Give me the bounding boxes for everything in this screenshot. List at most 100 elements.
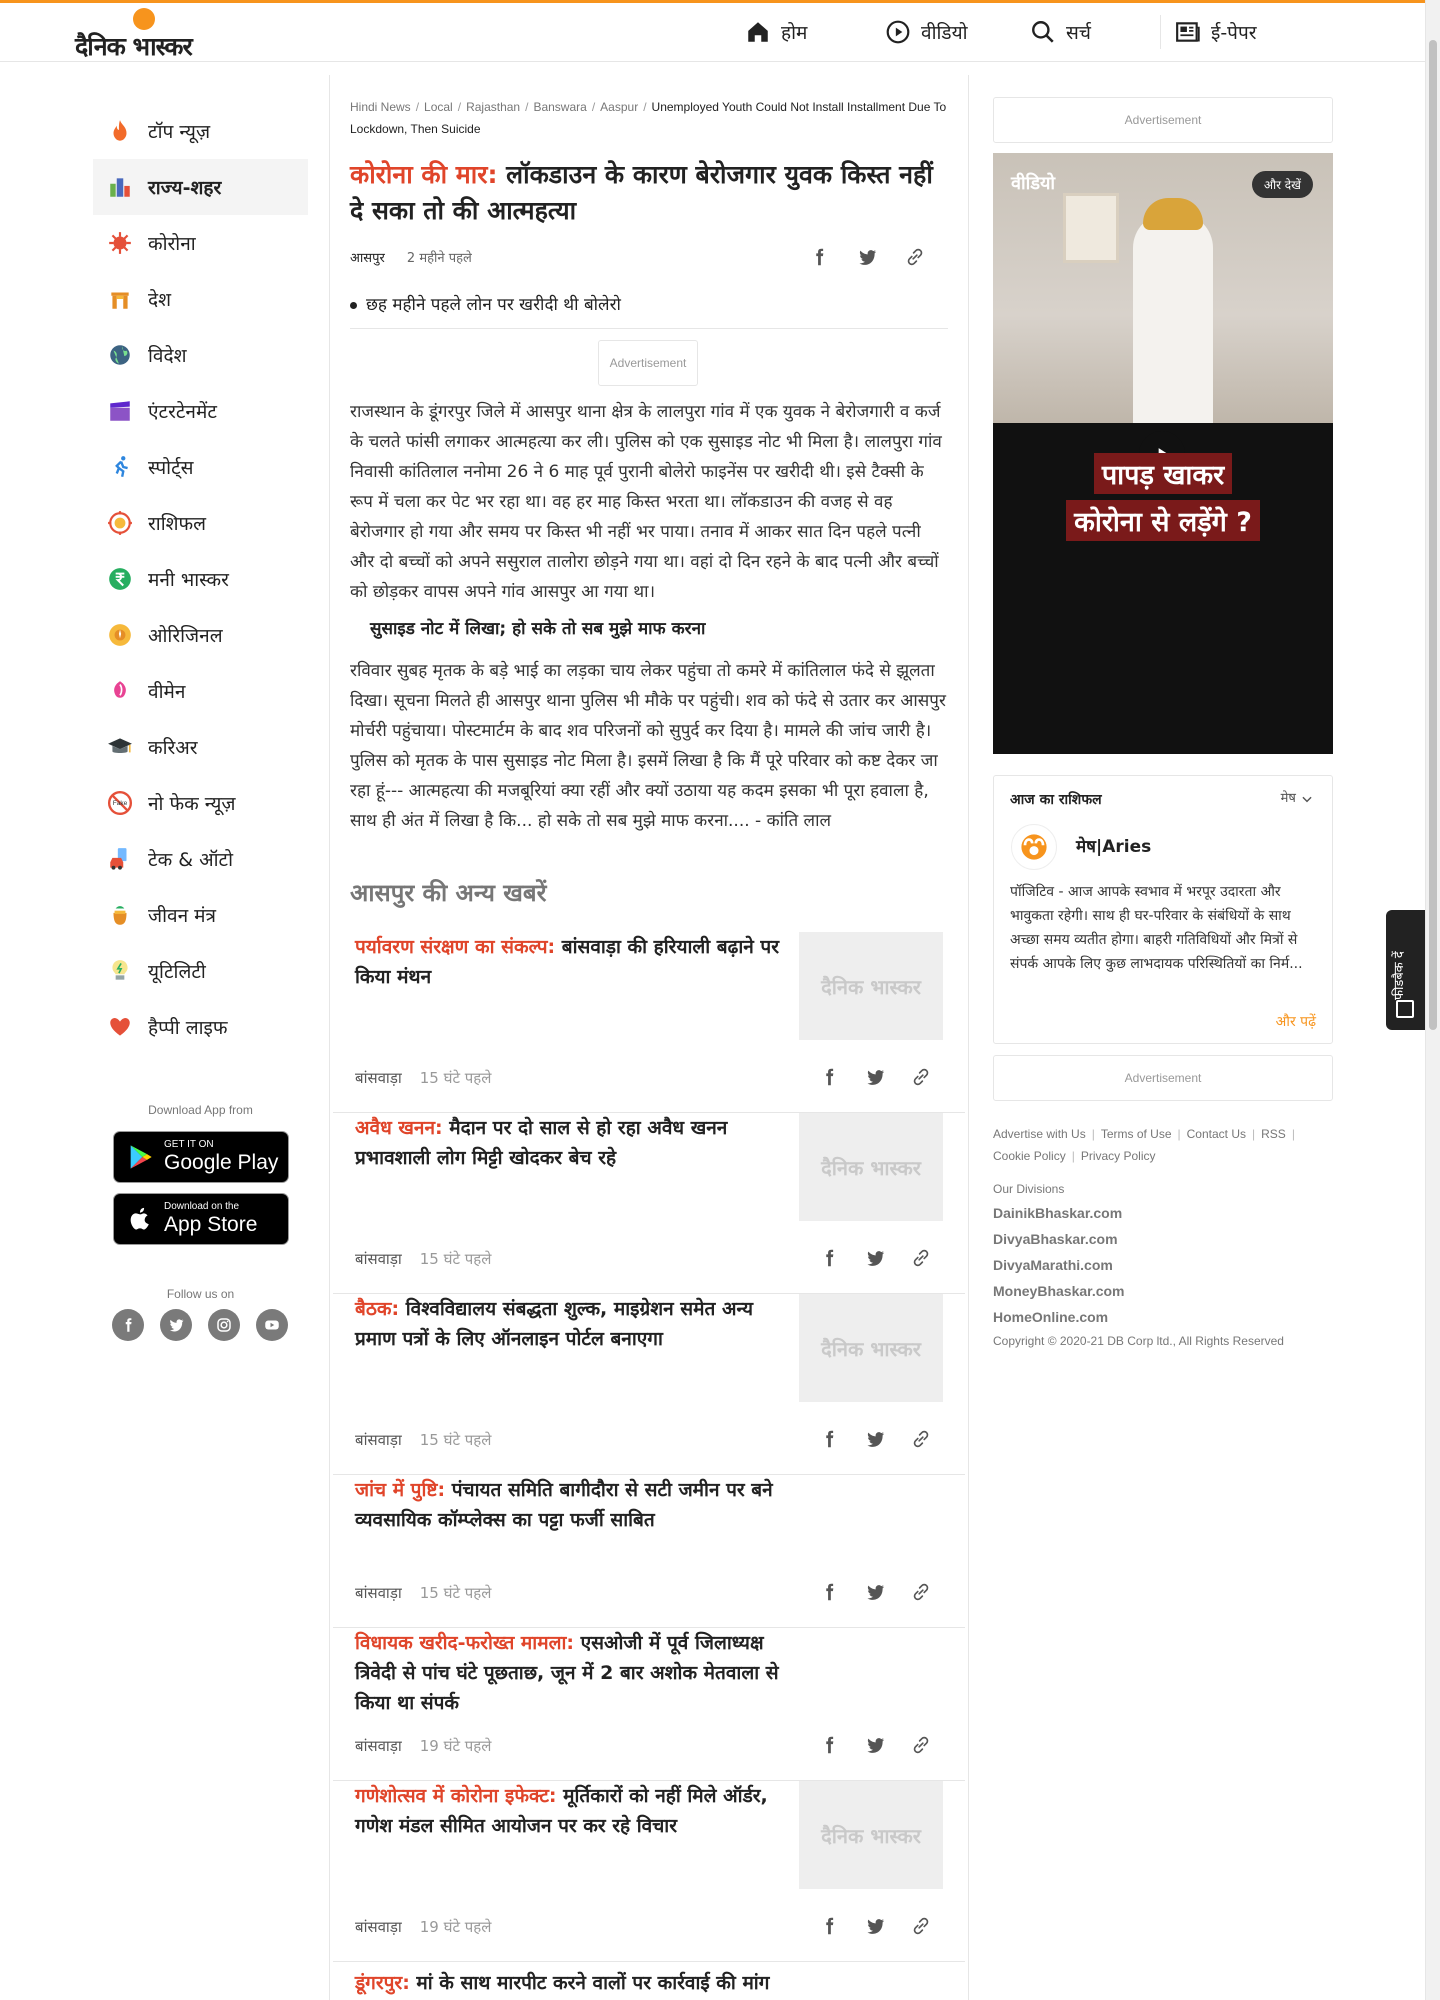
footer-link[interactable]: Advertise with Us <box>993 1127 1086 1141</box>
link-share-icon[interactable] <box>910 1734 932 1756</box>
youtube-link[interactable] <box>256 1309 288 1341</box>
related-story[interactable]: डूंगरपुर: मां के साथ मारपीट करने वालों प… <box>333 1968 965 2000</box>
story-place[interactable]: बांसवाड़ा <box>355 1584 402 1602</box>
video-card[interactable]: वीडियो और देखें पापड़ खाकर कोरोना से लड़… <box>993 153 1333 754</box>
article-location[interactable]: आसपुर <box>350 251 385 266</box>
story-title[interactable]: पर्यावरण संरक्षण का संकल्प: बांसवाड़ा की… <box>355 932 780 992</box>
rashifal-select[interactable]: मेष <box>1281 788 1314 806</box>
sidebar-item[interactable]: हैप्पी लाइफ <box>93 999 308 1055</box>
footer-link[interactable]: Contact Us <box>1187 1127 1246 1141</box>
footer-link[interactable]: Terms of Use <box>1101 1127 1172 1141</box>
breadcrumb-link[interactable]: Hindi News <box>350 100 411 114</box>
rashifal-read-more-link[interactable]: और पढ़ें <box>1276 1012 1316 1031</box>
breadcrumb-link[interactable]: Banswara <box>533 100 586 114</box>
sidebar-item[interactable]: टॉप न्यूज़ <box>93 103 308 159</box>
link-share-icon[interactable] <box>904 246 926 268</box>
advertisement-slot-right-2[interactable]: Advertisement <box>993 1055 1333 1101</box>
story-place[interactable]: बांसवाड़ा <box>355 1250 402 1268</box>
sidebar-item[interactable]: राशिफल <box>93 495 308 551</box>
facebook-share-icon[interactable] <box>818 1915 840 1937</box>
scrollbar-thumb[interactable] <box>1429 40 1437 1030</box>
advertisement-slot[interactable]: Advertisement <box>598 340 698 386</box>
breadcrumb-link[interactable]: Rajasthan <box>466 100 520 114</box>
link-share-icon[interactable] <box>910 1581 932 1603</box>
story-title[interactable]: विधायक खरीद-फरोख्त मामला: एसओजी में पूर्… <box>355 1628 780 1718</box>
facebook-share-icon[interactable] <box>818 1734 840 1756</box>
google-play-button[interactable]: GET IT ON Google Play <box>113 1131 289 1183</box>
sidebar-item[interactable]: ओरिजिनल <box>93 607 308 663</box>
link-share-icon[interactable] <box>910 1915 932 1937</box>
instagram-link[interactable] <box>208 1309 240 1341</box>
nav-home[interactable]: होम <box>745 3 807 61</box>
sidebar-item[interactable]: कोरोना <box>93 215 308 271</box>
twitter-share-icon[interactable] <box>864 1915 886 1937</box>
sidebar-item[interactable]: स्पोर्ट्स <box>93 439 308 495</box>
footer-link[interactable]: Privacy Policy <box>1081 1149 1156 1163</box>
feedback-tab[interactable]: फीडबैक दें <box>1386 910 1425 1030</box>
story-title[interactable]: गणेशोत्सव में कोरोना इफेक्ट: मूर्तिकारों… <box>355 1781 780 1841</box>
twitter-share-icon[interactable] <box>864 1247 886 1269</box>
nav-epaper[interactable]: ई-पेपर <box>1175 3 1257 61</box>
sidebar-item[interactable]: देश <box>93 271 308 327</box>
division-link[interactable]: DivyaMarathi.com <box>993 1252 1125 1278</box>
twitter-share-icon[interactable] <box>864 1066 886 1088</box>
story-place[interactable]: बांसवाड़ा <box>355 1431 402 1449</box>
story-thumbnail[interactable]: दैनिक भास्कर <box>799 932 943 1040</box>
story-title[interactable]: बैठक: विश्वविद्यालय संबद्धता शुल्क, माइग… <box>355 1294 780 1354</box>
video-more-button[interactable]: और देखें <box>1251 171 1313 198</box>
story-thumbnail[interactable]: दैनिक भास्कर <box>799 1113 943 1221</box>
division-link[interactable]: DivyaBhaskar.com <box>993 1226 1125 1252</box>
story-title[interactable]: डूंगरपुर: मां के साथ मारपीट करने वालों प… <box>355 1968 780 1998</box>
footer-link[interactable]: Cookie Policy <box>993 1149 1066 1163</box>
scrollbar[interactable] <box>1425 0 1440 2000</box>
facebook-share-icon[interactable] <box>818 1428 840 1450</box>
sidebar-item[interactable]: करिअर <box>93 719 308 775</box>
sidebar-item[interactable]: यूटिलिटी <box>93 943 308 999</box>
related-story[interactable]: गणेशोत्सव में कोरोना इफेक्ट: मूर्तिकारों… <box>333 1781 965 1962</box>
story-thumbnail[interactable]: दैनिक भास्कर <box>799 1781 943 1889</box>
nav-video[interactable]: वीडियो <box>885 3 968 61</box>
story-title[interactable]: अवैध खनन: मैदान पर दो साल से हो रहा अवैध… <box>355 1113 780 1173</box>
related-story[interactable]: बैठक: विश्वविद्यालय संबद्धता शुल्क, माइग… <box>333 1294 965 1475</box>
advertisement-slot-right-1[interactable]: Advertisement <box>993 97 1333 143</box>
sidebar-item[interactable]: वीमेन <box>93 663 308 719</box>
breadcrumb-link[interactable]: Local <box>424 100 453 114</box>
nav-search[interactable]: सर्च <box>1030 3 1091 61</box>
sidebar-item[interactable]: विदेश <box>93 327 308 383</box>
link-share-icon[interactable] <box>910 1066 932 1088</box>
division-link[interactable]: DainikBhaskar.com <box>993 1200 1125 1226</box>
sidebar-item[interactable]: Fake नो फेक न्यूज़ <box>93 775 308 831</box>
twitter-share-icon[interactable] <box>864 1734 886 1756</box>
divider <box>350 328 948 329</box>
sidebar-item[interactable]: राज्य-शहर <box>93 159 308 215</box>
twitter-share-icon[interactable] <box>864 1581 886 1603</box>
facebook-share-icon[interactable] <box>808 246 830 268</box>
story-thumbnail[interactable]: दैनिक भास्कर <box>799 1294 943 1402</box>
related-story[interactable]: विधायक खरीद-फरोख्त मामला: एसओजी में पूर्… <box>333 1628 965 1781</box>
related-story[interactable]: अवैध खनन: मैदान पर दो साल से हो रहा अवैध… <box>333 1113 965 1294</box>
facebook-share-icon[interactable] <box>818 1581 840 1603</box>
facebook-share-icon[interactable] <box>818 1066 840 1088</box>
story-place[interactable]: बांसवाड़ा <box>355 1918 402 1936</box>
related-story[interactable]: पर्यावरण संरक्षण का संकल्प: बांसवाड़ा की… <box>333 932 965 1113</box>
related-story[interactable]: जांच में पुष्टि: पंचायत समिति बागीदौरा स… <box>333 1475 965 1628</box>
division-link[interactable]: MoneyBhaskar.com <box>993 1278 1125 1304</box>
division-link[interactable]: HomeOnline.com <box>993 1304 1125 1330</box>
link-share-icon[interactable] <box>910 1428 932 1450</box>
facebook-share-icon[interactable] <box>818 1247 840 1269</box>
story-place[interactable]: बांसवाड़ा <box>355 1737 402 1755</box>
story-title[interactable]: जांच में पुष्टि: पंचायत समिति बागीदौरा स… <box>355 1475 780 1535</box>
facebook-link[interactable] <box>112 1309 144 1341</box>
story-place[interactable]: बांसवाड़ा <box>355 1069 402 1087</box>
twitter-link[interactable] <box>160 1309 192 1341</box>
sidebar-item[interactable]: जीवन मंत्र <box>93 887 308 943</box>
sidebar-item[interactable]: मनी भास्कर <box>93 551 308 607</box>
sidebar-item[interactable]: टेक & ऑटो <box>93 831 308 887</box>
sidebar-item[interactable]: एंटरटेनमेंट <box>93 383 308 439</box>
footer-link[interactable]: RSS <box>1261 1127 1286 1141</box>
twitter-share-icon[interactable] <box>864 1428 886 1450</box>
twitter-share-icon[interactable] <box>856 246 878 268</box>
app-store-button[interactable]: Download on the App Store <box>113 1193 289 1245</box>
link-share-icon[interactable] <box>910 1247 932 1269</box>
breadcrumb-link[interactable]: Aaspur <box>600 100 638 114</box>
